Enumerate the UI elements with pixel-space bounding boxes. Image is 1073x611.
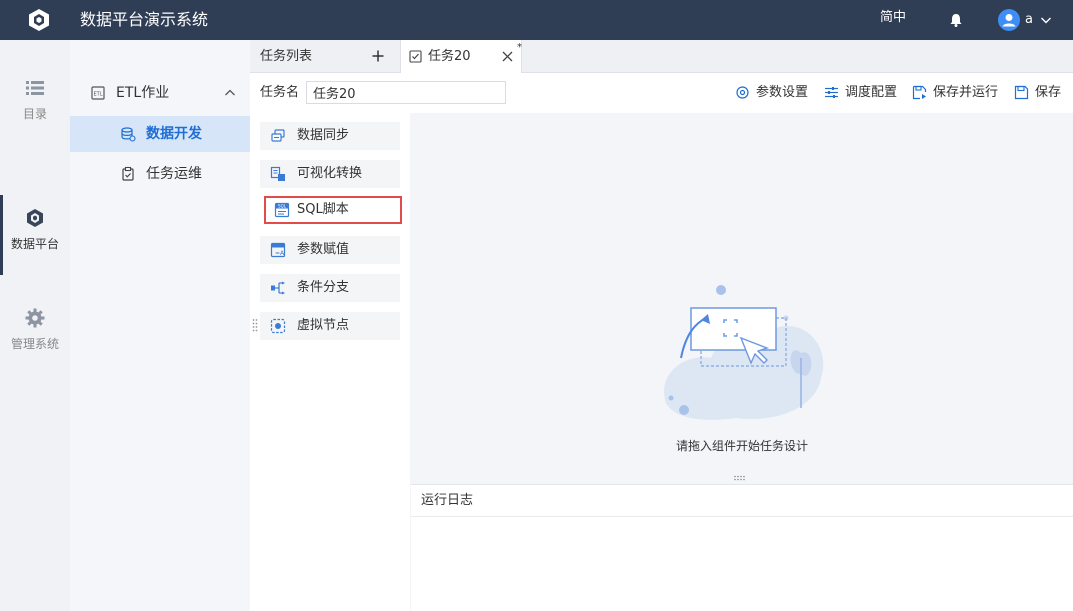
component-sql-script[interactable]: SQL SQL脚本 [264, 196, 402, 224]
component-label: SQL脚本 [297, 202, 349, 217]
secondary-nav: ETL ETL作业 数据开发 任务运维 [70, 40, 250, 611]
save-and-run-button[interactable]: 保存并运行 [912, 73, 1004, 113]
resize-handle-icon[interactable] [733, 475, 747, 481]
save-button[interactable]: 保存 [1014, 73, 1064, 113]
param-icon: = A [270, 242, 286, 258]
sync-icon [271, 129, 285, 142]
design-canvas[interactable]: 请拖入组件开始任务设计 [411, 113, 1073, 484]
component-label: 虚拟节点 [297, 318, 350, 333]
button-label: 调度配置 [845, 85, 898, 100]
param-settings-button[interactable]: 参数设置 [735, 73, 815, 113]
component-data-sync[interactable]: 数据同步 [260, 122, 400, 150]
component-virtual-node[interactable]: 虚拟节点 [260, 312, 400, 340]
tab-task-20[interactable]: 任务20 * [400, 40, 522, 74]
button-label: 保存并运行 [933, 85, 999, 100]
component-condition-branch[interactable]: 条件分支 [260, 274, 400, 302]
sql-icon: SQL [274, 202, 290, 218]
component-label: 条件分支 [297, 280, 350, 295]
chevron-up-icon[interactable] [224, 87, 236, 99]
user-icon [1002, 14, 1016, 27]
rail-label: 数据平台 [10, 237, 59, 251]
svg-text:SQL: SQL [278, 204, 287, 209]
log-body[interactable] [411, 517, 1073, 611]
component-label: 参数赋值 [297, 242, 350, 257]
cube-logo-icon [29, 9, 49, 31]
plus-icon[interactable] [371, 49, 385, 63]
button-label: 保存 [1035, 85, 1062, 100]
log-title: 运行日志 [421, 493, 474, 508]
nav-group-label: ETL作业 [116, 85, 170, 101]
button-label: 参数设置 [756, 85, 809, 100]
clipboard-icon [122, 166, 134, 181]
modified-mark: * [517, 42, 522, 53]
list-icon [26, 81, 44, 95]
nav-item-task-ops[interactable]: 任务运维 [70, 156, 250, 192]
component-label: 可视化转换 [297, 166, 363, 181]
schedule-config-button[interactable]: 调度配置 [824, 73, 904, 113]
nav-item-label: 任务运维 [146, 166, 202, 182]
rail-item-catalog[interactable]: 目录 [0, 65, 70, 145]
cube-icon [27, 209, 43, 227]
component-panel: 数据同步 可视化转换 SQL SQL脚本 = A 参数赋值 条件分支 虚拟节点 [250, 113, 410, 611]
virtual-node-icon [270, 318, 286, 334]
task-name-label: 任务名 [260, 85, 300, 100]
drag-here-illustration-icon [664, 285, 824, 420]
sliders-icon [825, 87, 838, 98]
task-toolbar: 任务名 参数设置 调度配置 保存并运行 保存 [250, 73, 1073, 113]
close-icon[interactable] [502, 51, 513, 62]
tab-bar: 任务列表 任务20 * [250, 40, 1073, 74]
user-name[interactable]: a [1025, 0, 1033, 40]
top-bar: 数据平台演示系统 简中 a [0, 0, 1073, 40]
component-visual-transform[interactable]: 可视化转换 [260, 160, 400, 188]
transform-icon [270, 166, 285, 181]
nav-group-etl[interactable]: ETL ETL作业 [70, 73, 250, 113]
chevron-down-icon[interactable] [1040, 14, 1052, 26]
gear-icon [25, 308, 45, 328]
rail-item-management[interactable]: 管理系统 [0, 295, 70, 375]
rail-item-data-platform[interactable]: 数据平台 [0, 195, 70, 275]
avatar[interactable] [998, 9, 1020, 31]
nav-item-label: 数据开发 [146, 126, 202, 142]
checkbox-task-icon [409, 50, 422, 63]
etl-file-icon: ETL [91, 86, 105, 100]
save-run-icon [912, 85, 927, 100]
tab-task-list[interactable]: 任务列表 [250, 40, 400, 73]
component-label: 数据同步 [297, 128, 350, 143]
bell-icon[interactable] [948, 12, 964, 28]
tab-label: 任务列表 [260, 49, 313, 64]
canvas-hint: 请拖入组件开始任务设计 [675, 439, 808, 453]
run-log-panel: 运行日志 [411, 484, 1073, 611]
drag-handle-icon[interactable] [252, 318, 258, 332]
save-icon [1014, 85, 1029, 100]
app-title: 数据平台演示系统 [80, 10, 209, 29]
branch-icon [271, 281, 285, 295]
component-param-assign[interactable]: = A 参数赋值 [260, 236, 400, 264]
nav-item-data-dev[interactable]: 数据开发 [70, 116, 250, 152]
tab-label: 任务20 [428, 49, 471, 64]
language-switch[interactable]: 简中 [880, 0, 906, 36]
rail-label: 管理系统 [10, 337, 59, 351]
settings-icon [736, 86, 749, 99]
left-rail: 目录 数据平台 管理系统 [0, 40, 70, 611]
task-name-input[interactable] [306, 81, 506, 104]
rail-label: 目录 [22, 107, 47, 121]
svg-text:ETL: ETL [94, 92, 103, 98]
database-icon [121, 127, 136, 142]
